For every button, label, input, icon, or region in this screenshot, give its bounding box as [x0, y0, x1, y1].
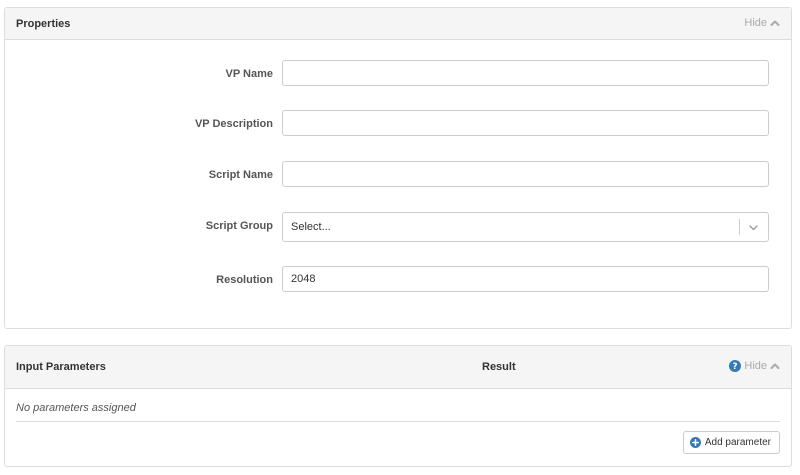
vp-name-label: VP Name — [225, 68, 274, 80]
add-parameter-label: Add parameter — [704, 437, 771, 448]
properties-panel-heading: Properties Hide — [5, 8, 791, 40]
plus-circle-icon — [689, 437, 701, 448]
vp-description-label: VP Description — [194, 118, 273, 130]
hide-label: Hide — [744, 17, 767, 29]
no-parameters-message: No parameters assigned — [16, 402, 136, 414]
form-row-script-name: Script Name — [5, 161, 791, 191]
script-group-select[interactable]: Select... — [282, 212, 769, 242]
result-column-title: Result — [482, 361, 516, 373]
input-parameters-panel: Input Parameters Result ? Hide No parame… — [4, 345, 792, 467]
add-parameter-button[interactable]: Add parameter — [682, 431, 780, 454]
script-group-select-value: Select... — [291, 221, 331, 233]
hide-label: Hide — [744, 360, 767, 372]
form-row-resolution: Resolution — [5, 266, 791, 296]
properties-hide-toggle[interactable]: Hide — [744, 17, 780, 29]
script-name-input[interactable] — [282, 161, 769, 187]
script-group-label: Script Group — [205, 220, 273, 232]
resolution-label: Resolution — [216, 274, 273, 286]
properties-panel: Properties Hide VP Name VP Description S… — [4, 7, 792, 329]
input-parameters-hide-toggle[interactable]: ? Hide — [729, 360, 780, 372]
form-row-vp-name: VP Name — [5, 60, 791, 90]
divider — [16, 421, 780, 422]
properties-panel-title: Properties — [16, 18, 71, 30]
form-row-vp-description: VP Description — [5, 110, 791, 140]
form-row-script-group: Script Group Select... — [5, 212, 791, 242]
vp-name-input[interactable] — [282, 60, 769, 86]
input-parameters-title: Input Parameters — [16, 361, 106, 373]
script-name-label: Script Name — [208, 169, 273, 181]
resolution-input[interactable] — [282, 266, 769, 292]
chevron-up-icon — [770, 20, 780, 26]
select-separator — [739, 219, 740, 235]
input-parameters-panel-heading: Input Parameters Result ? Hide — [5, 346, 791, 389]
vp-description-input[interactable] — [282, 110, 769, 136]
chevron-up-icon — [770, 363, 780, 369]
chevron-down-icon[interactable] — [748, 222, 759, 233]
question-circle-icon[interactable]: ? — [729, 360, 742, 372]
svg-text:?: ? — [733, 362, 738, 372]
